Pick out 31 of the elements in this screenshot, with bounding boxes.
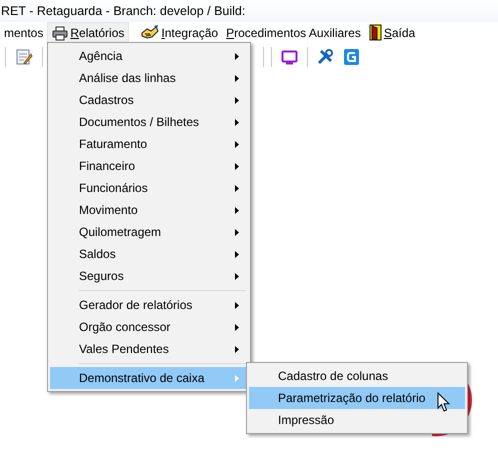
menu-item[interactable]: Saldos (50, 243, 248, 265)
menu-item[interactable]: Documentos / Bilhetes (50, 111, 248, 133)
tools-icon[interactable] (317, 49, 333, 65)
menu-item[interactable]: Seguros (50, 265, 248, 287)
printer-icon (52, 26, 68, 40)
menu-item[interactable]: Movimento (50, 199, 248, 221)
window-title: RET - Retaguarda - Branch: develop / Build: (0, 3, 246, 20)
monitor-icon[interactable] (281, 50, 298, 64)
menu-item[interactable]: Cadastros (50, 89, 248, 111)
menu-bar-item[interactable]: Procedimentos Auxiliares (222, 22, 365, 43)
menu-item[interactable]: Vales Pendentes (50, 338, 248, 360)
menu-bar-item[interactable]: Relatórios (47, 22, 130, 43)
cursor-icon (437, 392, 451, 413)
menu-item[interactable]: Análise das linhas (50, 67, 248, 89)
menu-item[interactable]: Gerador de relatórios (50, 294, 248, 316)
menu-item[interactable]: Faturamento (50, 133, 248, 155)
menu-bar-item[interactable]: mentos (0, 22, 48, 43)
menu-item[interactable]: Agência (50, 45, 248, 67)
notepad-icon[interactable] (15, 48, 33, 66)
menu-item[interactable]: Cadastro de colunas (249, 365, 465, 387)
menu-bar-item[interactable]: Integração (137, 22, 222, 43)
menu-bar-item[interactable]: Saída (364, 22, 420, 43)
logo-icon[interactable] (344, 49, 359, 65)
menu-item[interactable]: Quilometragem (50, 221, 248, 243)
menu-item[interactable]: Parametrização do relatório (249, 387, 465, 409)
menu-item[interactable]: Funcionários (50, 177, 248, 199)
menu-item[interactable]: Orgão concessor (50, 316, 248, 338)
menu-item[interactable]: Demonstrativo de caixa (50, 367, 248, 389)
door-icon (368, 24, 382, 41)
menu-item[interactable]: Financeiro (50, 155, 248, 177)
menu-item[interactable]: Impressão (249, 409, 465, 431)
